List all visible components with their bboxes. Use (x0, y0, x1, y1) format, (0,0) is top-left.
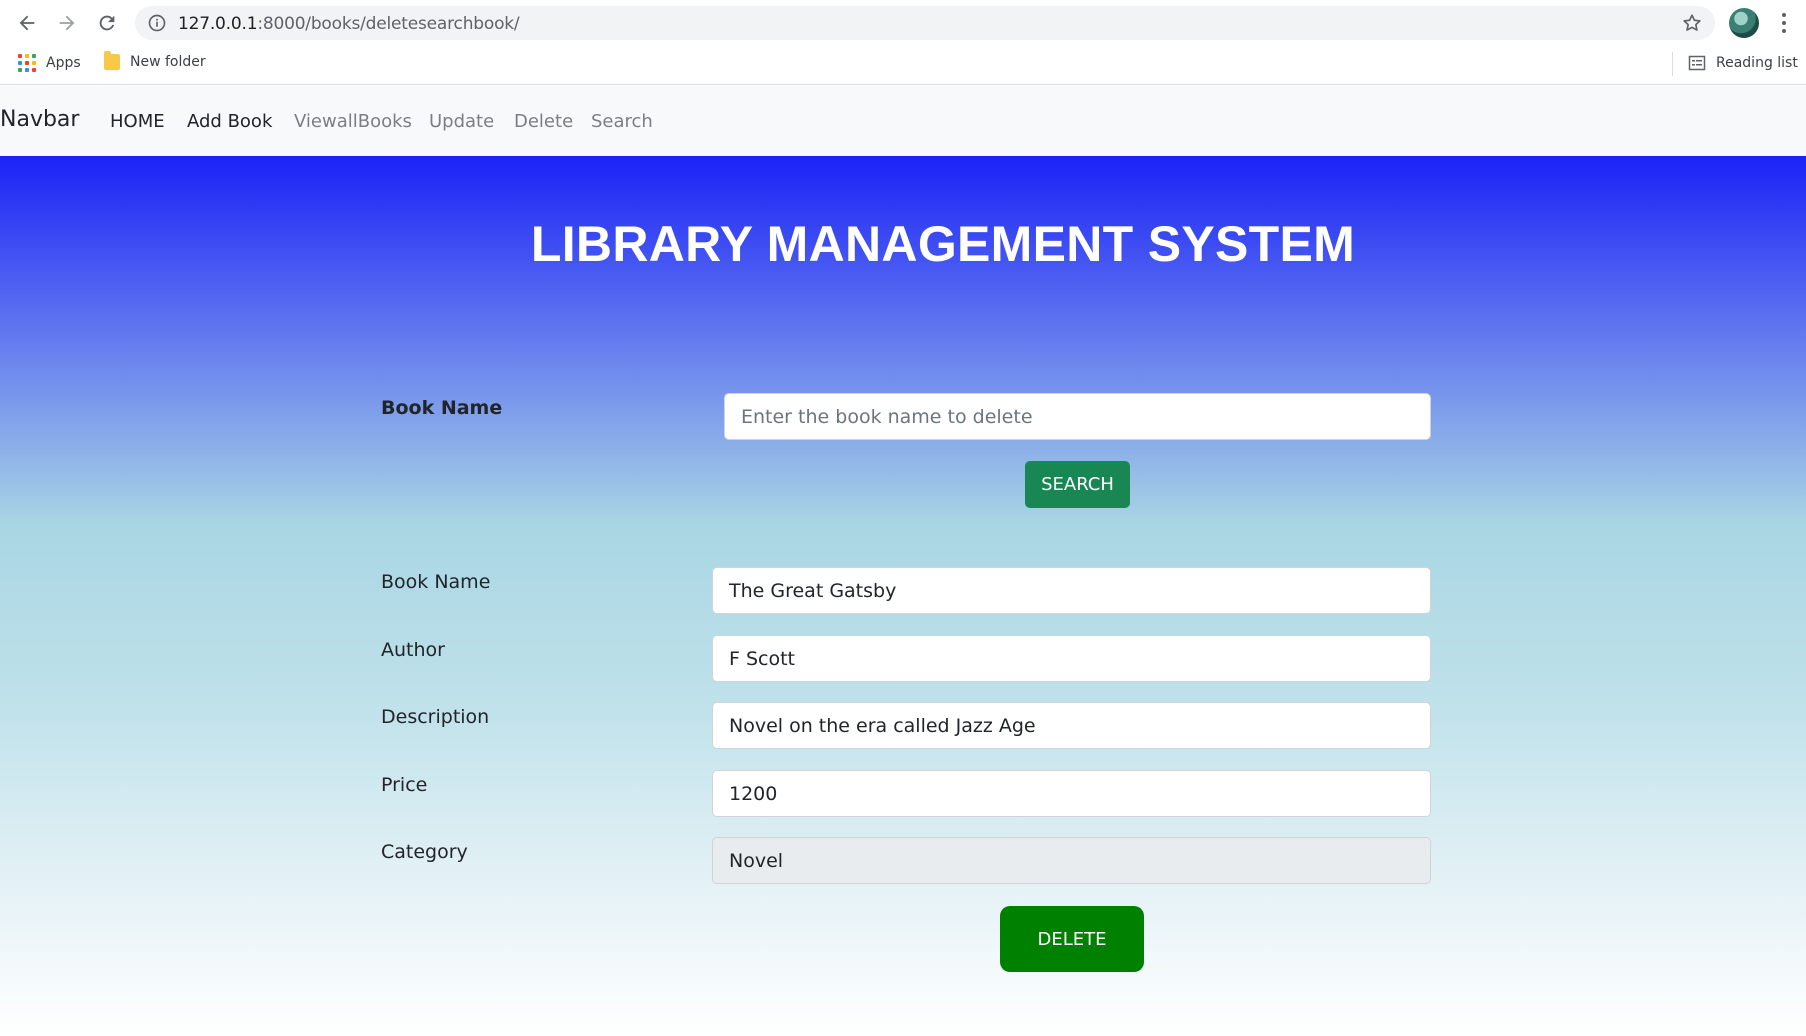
price-label: Price (381, 774, 428, 796)
bookmarks-divider (1672, 52, 1673, 76)
nav-link-update[interactable]: Update (429, 111, 494, 132)
bookmarks-bar: Apps New folder Reading list (0, 45, 1806, 85)
description-label: Description (381, 706, 490, 728)
bookmark-new-folder[interactable]: New folder (104, 51, 206, 70)
profile-avatar[interactable] (1729, 8, 1759, 38)
arrow-right-icon (59, 15, 75, 31)
description-field[interactable]: Novel on the era called Jazz Age (712, 702, 1431, 749)
bookmark-label: Apps (46, 55, 81, 71)
apps-grid-icon (18, 54, 36, 72)
nav-link-home[interactable]: HOME (110, 111, 165, 132)
search-button[interactable]: SEARCH (1025, 461, 1130, 508)
bookmark-label: New folder (130, 54, 206, 70)
info-icon[interactable] (147, 13, 167, 33)
search-book-name-label: Book Name (381, 397, 503, 419)
reload-icon (99, 15, 115, 31)
delete-button[interactable]: DELETE (1000, 906, 1144, 972)
main-content: LIBRARY MANAGEMENT SYSTEM Book Name Ente… (0, 156, 1806, 1036)
reading-list-icon (1688, 55, 1706, 71)
folder-icon (104, 51, 120, 70)
nav-link-viewall-books[interactable]: ViewallBooks (294, 111, 412, 132)
address-bar[interactable]: 127.0.0.1:8000/books/deletesearchbook/ (135, 6, 1715, 40)
category-field: Novel (712, 837, 1431, 884)
navbar-brand[interactable]: Navbar (0, 107, 79, 132)
author-field[interactable]: F Scott (712, 635, 1431, 682)
back-button[interactable] (12, 8, 42, 38)
price-field[interactable]: 1200 (712, 770, 1431, 817)
browser-menu-button[interactable] (1772, 10, 1796, 36)
bookmark-apps[interactable]: Apps (18, 54, 81, 72)
bookmark-star-icon[interactable] (1681, 12, 1703, 34)
site-navbar: Navbar HOME Add Book ViewallBooks Update… (0, 86, 1806, 156)
page-title: LIBRARY MANAGEMENT SYSTEM (530, 216, 1356, 272)
browser-toolbar: 127.0.0.1:8000/books/deletesearchbook/ (0, 0, 1806, 45)
reading-list-label: Reading list (1716, 55, 1798, 71)
book-name-field[interactable]: The Great Gatsby (712, 567, 1431, 614)
forward-button[interactable] (52, 8, 82, 38)
arrow-left-icon (19, 15, 35, 31)
reload-button[interactable] (92, 8, 122, 38)
author-label: Author (381, 639, 445, 661)
nav-link-search[interactable]: Search (591, 111, 653, 132)
nav-link-add-book[interactable]: Add Book (187, 111, 272, 132)
search-book-name-input[interactable]: Enter the book name to delete (724, 393, 1431, 440)
nav-link-delete[interactable]: Delete (514, 111, 573, 132)
category-label: Category (381, 841, 468, 863)
book-name-label: Book Name (381, 571, 491, 593)
url-text[interactable]: 127.0.0.1:8000/books/deletesearchbook/ (178, 14, 520, 34)
reading-list-button[interactable]: Reading list (1688, 54, 1798, 72)
